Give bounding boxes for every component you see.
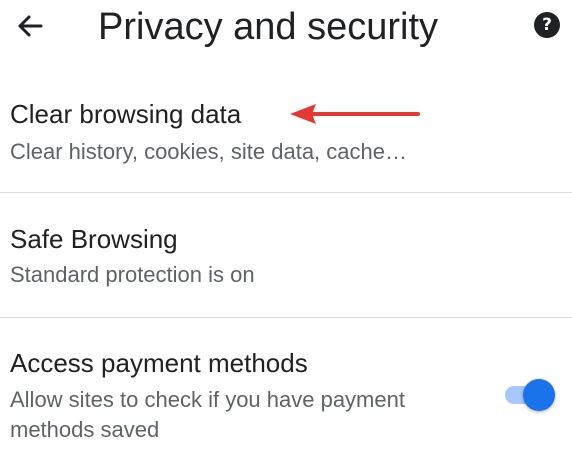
setting-subtitle: Clear history, cookies, site data, cache… bbox=[10, 139, 407, 164]
setting-access-payment-methods[interactable]: Access payment methods Allow sites to ch… bbox=[0, 318, 572, 471]
payment-methods-toggle[interactable] bbox=[503, 378, 555, 412]
setting-title: Clear browsing data bbox=[10, 99, 242, 129]
page-title: Privacy and security bbox=[98, 6, 439, 48]
arrow-left-icon bbox=[18, 15, 43, 37]
help-icon: ? bbox=[534, 12, 560, 38]
setting-title: Safe Browsing bbox=[10, 224, 178, 254]
help-button[interactable]: ? bbox=[531, 9, 563, 41]
annotation-arrow-icon bbox=[290, 104, 420, 124]
setting-safe-browsing[interactable]: Safe Browsing Standard protection is on bbox=[0, 193, 572, 317]
setting-subtitle: Standard protection is on bbox=[10, 262, 255, 287]
toggle-thumb bbox=[523, 379, 555, 411]
setting-title: Access payment methods bbox=[10, 348, 308, 378]
setting-clear-browsing-data[interactable]: Clear browsing data Clear history, cooki… bbox=[0, 88, 572, 192]
app-bar: Privacy and security ? bbox=[0, 0, 572, 56]
setting-subtitle: Allow sites to check if you have payment… bbox=[10, 387, 405, 442]
back-button[interactable] bbox=[10, 6, 50, 46]
